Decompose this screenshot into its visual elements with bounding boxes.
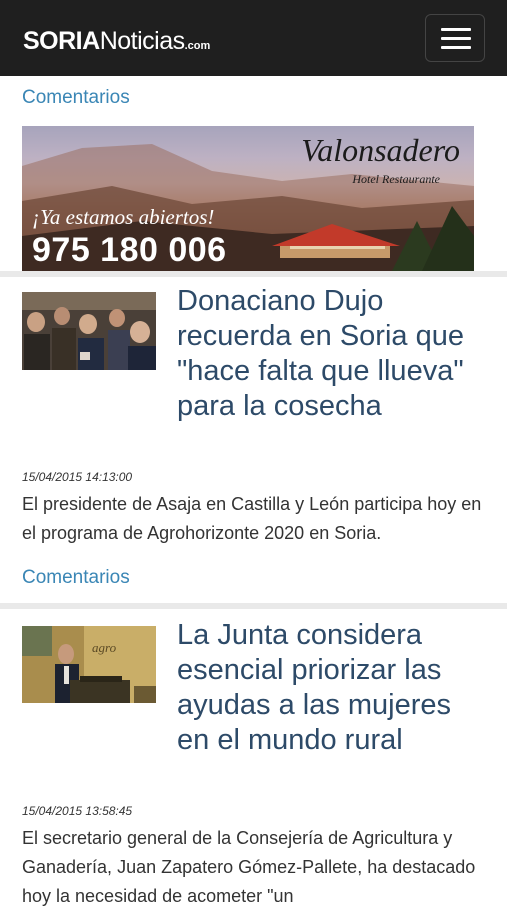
article-title[interactable]: La Junta considera esencial priorizar la…: [177, 618, 487, 758]
top-navbar: SORIANoticias.com: [0, 0, 507, 76]
hamburger-menu-icon: [441, 28, 471, 31]
comments-link[interactable]: Comentarios: [22, 86, 130, 110]
article-date: 15/04/2015 13:58:45: [22, 804, 133, 818]
logo-bold-text: SORIA: [23, 27, 100, 55]
article-date: 15/04/2015 14:13:00: [22, 470, 133, 484]
ad-brand-name: Valonsadero: [301, 132, 460, 168]
logo-regular-text: Noticias: [99, 27, 185, 55]
hamburger-menu-icon-bar: [441, 37, 471, 40]
article-thumbnail[interactable]: [22, 292, 156, 370]
ad-phone-number: 975 180 006: [32, 231, 227, 269]
site-logo[interactable]: SORIANoticias.com: [23, 26, 210, 61]
ad-subtitle: Hotel Restaurante: [352, 172, 440, 186]
article-summary: El secretario general de la Consejería d…: [22, 828, 476, 906]
ad-tagline: ¡Ya estamos abiertos!: [32, 205, 215, 229]
ad-banner[interactable]: Valonsadero Hotel Restaurante ¡Ya estamo…: [22, 126, 474, 271]
article-comments-link[interactable]: Comentarios: [22, 566, 130, 590]
article-summary: El presidente de Asaja en Castilla y Leó…: [22, 494, 482, 543]
article-thumbnail[interactable]: agro: [22, 626, 156, 703]
section-divider: [0, 271, 507, 277]
speaker-podium-image: agro: [22, 626, 156, 703]
article-title[interactable]: Donaciano Dujo recuerda en Soria que "ha…: [177, 284, 487, 424]
hamburger-menu-button[interactable]: [425, 14, 485, 62]
logo-suffix-text: .com: [184, 40, 211, 52]
section-divider: [0, 603, 507, 609]
conference-audience-image: [22, 292, 156, 370]
hamburger-menu-icon-bar: [441, 46, 471, 49]
svg-text:agro: agro: [92, 640, 117, 655]
